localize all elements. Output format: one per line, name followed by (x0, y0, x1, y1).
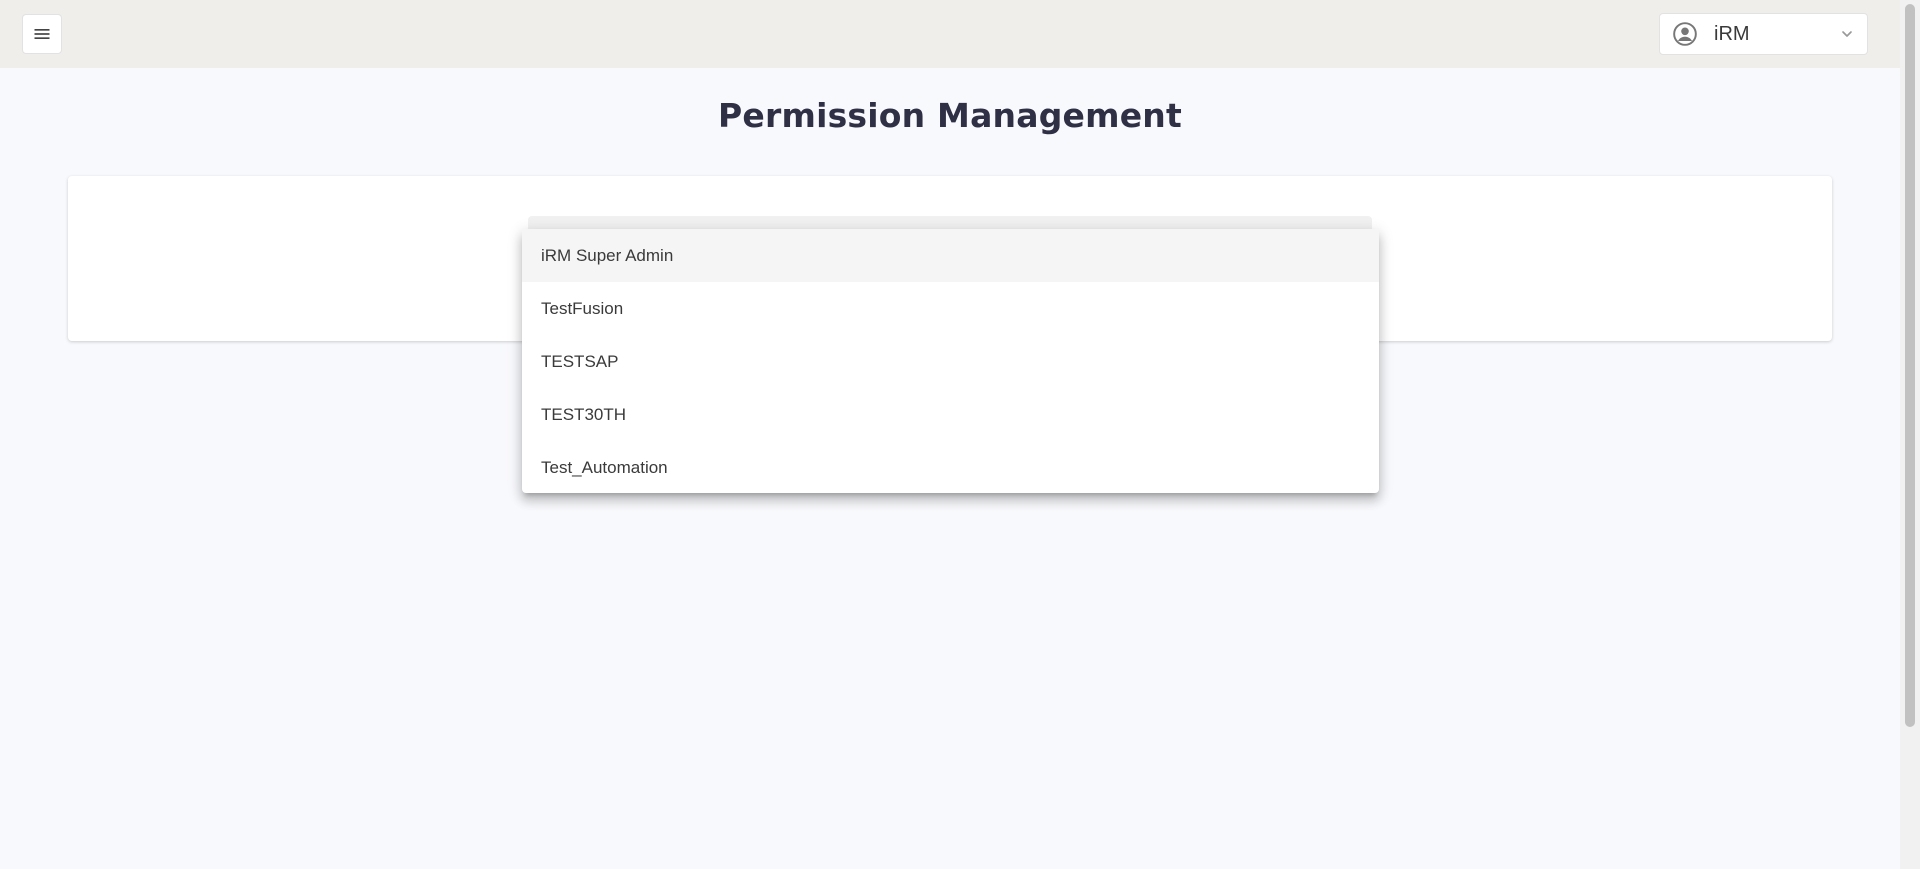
dropdown-option-test30th[interactable]: TEST30TH (522, 388, 1379, 441)
role-dropdown-list: iRM Super Admin TestFusion TESTSAP TEST3… (522, 229, 1379, 493)
app-root: iRM Permission Management iRM Super Admi… (0, 0, 1920, 869)
user-name: iRM (1714, 22, 1750, 45)
dropdown-option-testsap[interactable]: TESTSAP (522, 335, 1379, 388)
user-menu-button[interactable]: iRM (1659, 13, 1868, 55)
page-title: Permission Management (718, 96, 1182, 135)
menu-button[interactable] (22, 14, 62, 54)
hamburger-menu-icon (34, 29, 50, 39)
scrollbar-thumb[interactable] (1905, 4, 1915, 727)
vertical-scrollbar[interactable] (1900, 0, 1920, 869)
dropdown-option-irm-super-admin[interactable]: iRM Super Admin (522, 229, 1379, 282)
account-circle-icon (1673, 22, 1697, 46)
top-bar: iRM (0, 0, 1900, 68)
chevron-down-icon (1842, 31, 1852, 37)
dropdown-option-testfusion[interactable]: TestFusion (522, 282, 1379, 335)
dropdown-option-test-automation[interactable]: Test_Automation (522, 441, 1379, 493)
